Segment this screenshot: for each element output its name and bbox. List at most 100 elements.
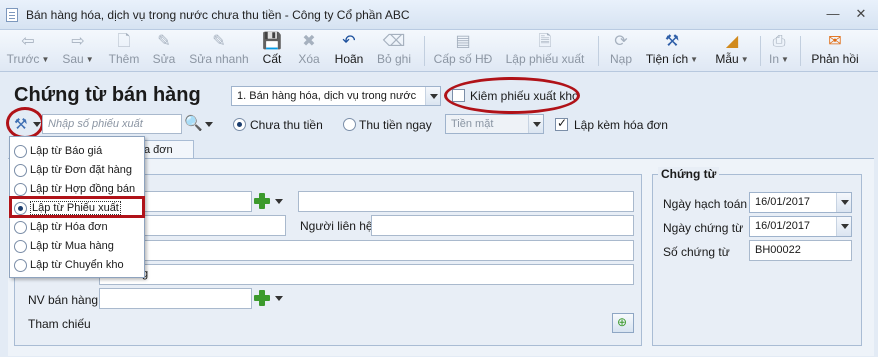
toolbar-button-sau[interactable]: ⇨ Sau ▼: [58, 32, 98, 70]
toolbar-button-bo-ghi[interactable]: ⌫ Bỏ ghi: [374, 32, 414, 70]
posting-date-picker[interactable]: 16/01/2017: [749, 192, 852, 213]
description-input[interactable]: g: [99, 264, 634, 285]
menu-item-radio: [14, 183, 27, 196]
toolbar-label: Sau: [62, 52, 84, 66]
search-input[interactable]: Nhập số phiếu xuất: [42, 114, 182, 134]
toolbar-button-cat[interactable]: 💾 Cất: [258, 32, 286, 70]
magnifier-plus-icon: ⊕: [617, 315, 628, 329]
toolbar-button-sua[interactable]: ✎ Sửa: [150, 32, 178, 70]
highlight-oval-kiem-phieu-xuat-kho: [444, 77, 580, 114]
menu-item-radio: [14, 259, 27, 272]
payment-unpaid-radio[interactable]: [233, 118, 246, 131]
salesperson-input[interactable]: [99, 288, 252, 309]
chevron-down-icon[interactable]: ▼: [781, 55, 789, 64]
posting-date-value: 16/01/2017: [755, 196, 811, 208]
with-invoice-checkbox[interactable]: [555, 116, 568, 131]
close-button[interactable]: ✕: [852, 6, 870, 22]
menu-item-mua-hang[interactable]: Lập từ Mua hàng: [10, 237, 144, 256]
menu-item-radio: [14, 240, 27, 253]
address-input[interactable]: [130, 215, 286, 236]
arrow-left-icon: ⇦: [21, 33, 35, 50]
menu-item-radio: [14, 164, 27, 177]
chevron-down-icon[interactable]: [528, 115, 543, 133]
toolbar-separator: [800, 36, 801, 66]
highlight-box-phieu-xuat: [9, 196, 145, 218]
toolbar-button-them[interactable]: 🗋 Thêm: [106, 32, 142, 70]
utilities-icon: ⚒: [664, 33, 680, 50]
menu-item-label: Lập từ Hóa đơn: [30, 221, 108, 233]
menu-item-label: Lập từ Mua hàng: [30, 240, 114, 252]
menu-item-label: Lập từ Hợp đồng bán: [30, 183, 136, 195]
search-placeholder: Nhập số phiếu xuất: [48, 118, 143, 130]
chevron-down-icon[interactable]: ▼: [86, 55, 94, 64]
chevron-down-icon[interactable]: [204, 119, 214, 129]
menu-item-label: Lập từ Báo giá: [30, 145, 103, 157]
add-customer-button[interactable]: [253, 192, 271, 210]
highlight-circle-create-from: [6, 107, 44, 139]
toolbar-label: Bỏ ghi: [376, 52, 412, 66]
posting-date-label: Ngày hạch toán: [663, 197, 748, 211]
transaction-type-select[interactable]: 1. Bán hàng hóa, dịch vụ trong nước: [231, 86, 441, 106]
new-document-icon: 🗋: [117, 33, 131, 50]
toolbar-separator: [424, 36, 425, 66]
window-title: Bán hàng hóa, dịch vụ trong nước chưa th…: [26, 8, 410, 22]
toolbar-button-xoa[interactable]: ✖ Xóa: [294, 32, 324, 70]
toolbar-button-phan-hoi[interactable]: ✉ Phản hồi: [806, 32, 864, 70]
toolbar-button-sua-nhanh[interactable]: ✎ Sửa nhanh: [188, 32, 250, 70]
transaction-type-value: 1. Bán hàng hóa, dịch vụ trong nước: [237, 90, 417, 102]
toolbar-label: Sửa: [152, 52, 176, 66]
app-icon: [6, 8, 18, 22]
chevron-down-icon[interactable]: ▼: [690, 55, 698, 64]
voucher-no-value: BH00022: [755, 244, 801, 256]
chevron-down-icon[interactable]: [274, 196, 284, 206]
toolbar-button-lap-phieu-xuat[interactable]: 🗎 Lập phiếu xuất: [500, 32, 590, 70]
menu-item-chuyen-kho[interactable]: Lập từ Chuyển kho: [10, 256, 144, 275]
chevron-down-icon[interactable]: [836, 217, 851, 236]
salesperson-label: NV bán hàng: [28, 293, 99, 307]
chevron-down-icon[interactable]: ▼: [741, 55, 749, 64]
toolbar-button-hoan[interactable]: ↶ Hoãn: [332, 32, 366, 70]
chevron-down-icon[interactable]: [274, 293, 284, 303]
chevron-down-icon[interactable]: [836, 193, 851, 212]
toolbar-button-truoc[interactable]: ⇦ Trước ▼: [6, 32, 50, 70]
menu-item-bao-gia[interactable]: Lập từ Báo giá: [10, 142, 144, 161]
toolbar-label: Thêm: [108, 52, 140, 66]
menu-item-don-dat-hang[interactable]: Lập từ Đơn đặt hàng: [10, 161, 144, 180]
toolbar-separator: [598, 36, 599, 66]
toolbar-button-tien-ich[interactable]: ⚒ Tiện ích ▼: [644, 32, 700, 70]
customer-code-input[interactable]: [130, 191, 252, 212]
voucher-date-value: 16/01/2017: [755, 220, 811, 232]
reference-lookup-button[interactable]: ⊕: [612, 313, 634, 333]
toolbar-button-mau[interactable]: ◢ Mẫu ▼: [710, 32, 754, 70]
toolbar: ⇦ Trước ▼ ⇨ Sau ▼ 🗋 Thêm ✎ Sửa ✎ Sửa nhanh…: [0, 30, 878, 72]
toolbar-button-in[interactable]: ⎙ In ▼: [764, 32, 794, 70]
contact-label: Người liên hệ: [300, 219, 373, 233]
voucher-date-picker[interactable]: 16/01/2017: [749, 216, 852, 237]
template-icon: ◢: [725, 33, 739, 50]
chevron-down-icon[interactable]: ▼: [41, 55, 49, 64]
reference-label: Tham chiếu: [28, 317, 91, 331]
toolbar-label: In: [769, 52, 780, 66]
contact-input[interactable]: [371, 215, 634, 236]
minimize-button[interactable]: —: [824, 6, 842, 22]
tax-code-input[interactable]: [130, 240, 634, 261]
toolbar-label: Nạp: [609, 52, 632, 66]
toolbar-button-cap-so-hd[interactable]: ▤ Cấp số HĐ: [432, 32, 494, 70]
search-icon[interactable]: 🔍: [184, 114, 203, 132]
toolbar-label: Phản hồi: [811, 52, 859, 66]
unpost-icon: ⌫: [382, 33, 406, 50]
voucher-no-input[interactable]: BH00022: [749, 240, 852, 261]
toolbar-label: Mẫu: [715, 52, 739, 66]
print-icon: ⎙: [772, 33, 786, 50]
tab-invoice-label: a đơn: [144, 144, 173, 156]
menu-item-hoa-don[interactable]: Lập từ Hóa đơn: [10, 218, 144, 237]
payment-paid-radio[interactable]: [343, 118, 356, 131]
toolbar-button-nap[interactable]: ⟳ Nạp: [606, 32, 636, 70]
customer-name-input[interactable]: [298, 191, 634, 212]
invoice-number-icon: ▤: [455, 33, 471, 50]
chevron-down-icon[interactable]: [425, 87, 440, 105]
issue-slip-icon: 🗎: [538, 33, 552, 50]
toolbar-label: Hoãn: [334, 52, 364, 66]
add-salesperson-button[interactable]: [253, 289, 271, 307]
payment-method-select[interactable]: Tiền mặt: [445, 114, 544, 134]
